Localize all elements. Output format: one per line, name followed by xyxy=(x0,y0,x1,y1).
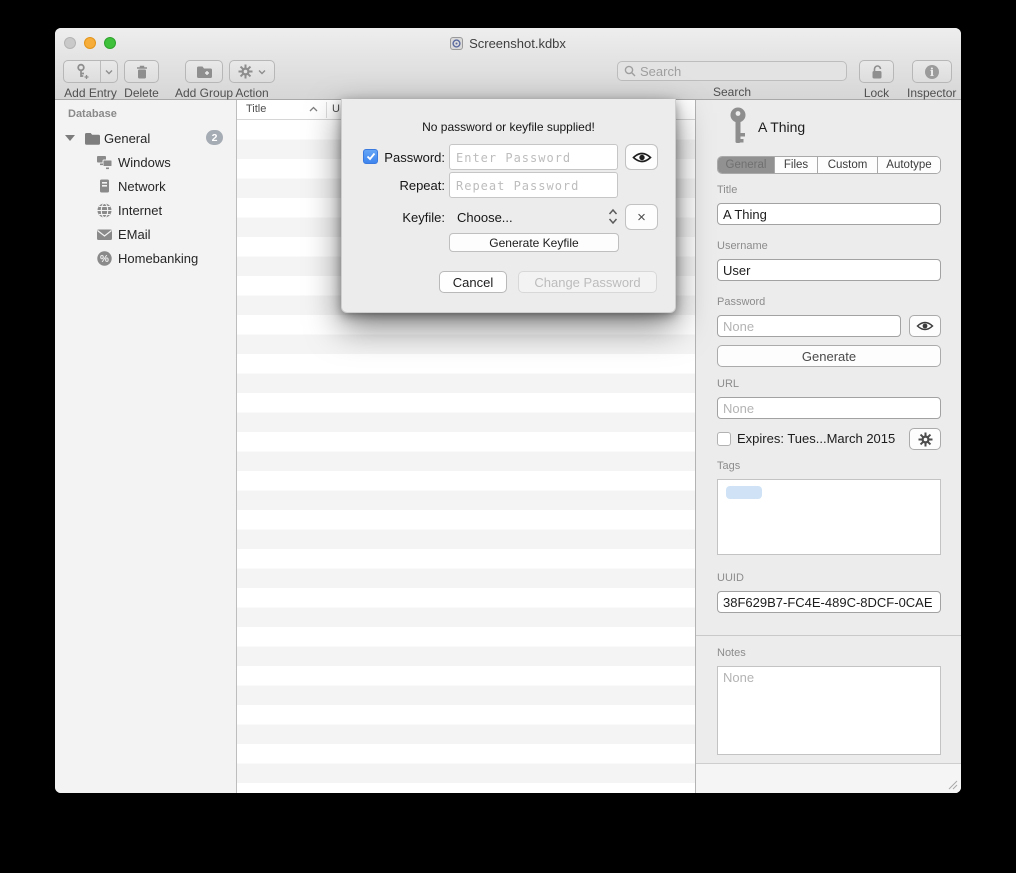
document-icon xyxy=(450,37,463,50)
sidebar-item-general[interactable]: General 2 xyxy=(55,126,236,150)
uuid-label: UUID xyxy=(717,572,744,584)
globe-icon xyxy=(96,202,113,219)
sidebar-item-windows[interactable]: Windows xyxy=(55,150,236,174)
key-plus-icon xyxy=(74,63,90,80)
entry-title: A Thing xyxy=(758,119,805,135)
tag-pill[interactable] xyxy=(726,486,762,499)
percent-icon: % xyxy=(96,250,113,267)
search-label: Search xyxy=(617,85,847,99)
dialog-repeat-input[interactable] xyxy=(449,172,618,198)
show-password-button[interactable] xyxy=(909,315,941,337)
svg-text:%: % xyxy=(100,254,109,265)
lock-open-icon xyxy=(870,64,884,80)
expires-settings-button[interactable] xyxy=(909,428,941,450)
add-entry-dropdown[interactable] xyxy=(100,61,117,82)
inspector-footer xyxy=(696,763,961,793)
search-icon xyxy=(624,65,636,77)
notes-divider xyxy=(696,635,961,636)
dialog-message: No password or keyfile supplied! xyxy=(342,120,675,134)
entry-count-badge: 2 xyxy=(206,130,223,145)
generate-button[interactable]: Generate xyxy=(717,345,941,367)
eye-icon xyxy=(632,151,652,164)
title-field[interactable] xyxy=(717,203,941,225)
inspector-panel: A Thing General Files Custom Autotype Ti… xyxy=(695,100,961,793)
column-divider[interactable] xyxy=(326,102,327,118)
resize-grip[interactable] xyxy=(948,780,958,790)
gear-icon xyxy=(238,64,253,79)
column-header-title[interactable]: Title xyxy=(246,103,266,115)
chevron-down-icon xyxy=(105,69,113,75)
envelope-icon xyxy=(96,226,113,243)
title-label: Title xyxy=(717,184,737,196)
notes-field[interactable] xyxy=(717,666,941,755)
expires-label: Expires: Tues...March 2015 xyxy=(737,431,895,446)
add-entry-button[interactable]: Add Entry xyxy=(63,60,118,100)
disclosure-triangle-icon[interactable] xyxy=(65,135,75,141)
tab-general[interactable]: General xyxy=(718,157,774,173)
url-label: URL xyxy=(717,378,739,390)
trash-icon xyxy=(135,64,149,80)
expires-checkbox[interactable] xyxy=(717,432,731,446)
folder-plus-icon xyxy=(196,65,213,79)
window-chrome: Screenshot.kdbx xyxy=(55,28,961,100)
key-icon xyxy=(727,107,749,147)
sidebar-item-homebanking[interactable]: % Homebanking xyxy=(55,246,236,270)
info-icon: i xyxy=(924,64,940,80)
lock-button[interactable]: Lock xyxy=(859,60,894,100)
sidebar: Database General 2 xyxy=(55,100,236,793)
keyfile-popup[interactable]: Choose... xyxy=(457,210,513,225)
delete-button[interactable]: Delete xyxy=(124,60,159,100)
sidebar-item-internet[interactable]: Internet xyxy=(55,198,236,222)
password-label: Password xyxy=(717,296,765,308)
dialog-password-input[interactable] xyxy=(449,144,618,170)
add-group-button[interactable]: Add Group xyxy=(175,60,233,100)
windows-network-icon xyxy=(96,154,113,171)
folder-icon xyxy=(84,130,101,147)
dialog-show-password-button[interactable] xyxy=(625,144,658,170)
uuid-field[interactable] xyxy=(717,591,941,613)
username-label: Username xyxy=(717,240,768,252)
sort-ascending-icon xyxy=(309,106,318,112)
username-field[interactable] xyxy=(717,259,941,281)
eye-icon xyxy=(916,320,934,332)
notes-label: Notes xyxy=(717,647,746,659)
titlebar: Screenshot.kdbx xyxy=(55,28,961,58)
chevron-down-icon xyxy=(258,69,266,75)
search-input[interactable] xyxy=(640,64,840,79)
dialog-repeat-label: Repeat: xyxy=(342,178,445,193)
cancel-button[interactable]: Cancel xyxy=(439,271,507,293)
action-button[interactable]: Action xyxy=(229,60,275,100)
svg-text:i: i xyxy=(930,66,934,79)
url-field[interactable] xyxy=(717,397,941,419)
tags-label: Tags xyxy=(717,460,740,472)
column-header-username[interactable]: U xyxy=(332,103,340,115)
change-password-button[interactable]: Change Password xyxy=(518,271,657,293)
search-field[interactable] xyxy=(617,61,847,81)
server-icon xyxy=(96,178,113,195)
dialog-keyfile-label: Keyfile: xyxy=(342,210,445,225)
dialog-password-label: Password: xyxy=(342,150,445,165)
sidebar-item-network[interactable]: Network xyxy=(55,174,236,198)
inspector-button[interactable]: i Inspector xyxy=(907,60,956,100)
sidebar-header: Database xyxy=(68,108,117,120)
inspector-tabs: General Files Custom Autotype xyxy=(717,156,941,174)
change-password-dialog: No password or keyfile supplied! Passwor… xyxy=(341,99,676,313)
generate-keyfile-button[interactable]: Generate Keyfile xyxy=(449,233,619,252)
clear-icon: × xyxy=(637,210,646,225)
clear-keyfile-button[interactable]: × xyxy=(625,204,658,230)
password-field[interactable] xyxy=(717,315,901,337)
tab-autotype[interactable]: Autotype xyxy=(877,157,940,173)
app-window: Screenshot.kdbx xyxy=(55,28,961,793)
tab-files[interactable]: Files xyxy=(774,157,817,173)
window-title: Screenshot.kdbx xyxy=(469,36,566,51)
gear-icon xyxy=(918,432,933,447)
tags-box[interactable] xyxy=(717,479,941,555)
tab-custom[interactable]: Custom xyxy=(817,157,877,173)
stepper-icon[interactable] xyxy=(608,208,618,225)
sidebar-item-email[interactable]: EMail xyxy=(55,222,236,246)
